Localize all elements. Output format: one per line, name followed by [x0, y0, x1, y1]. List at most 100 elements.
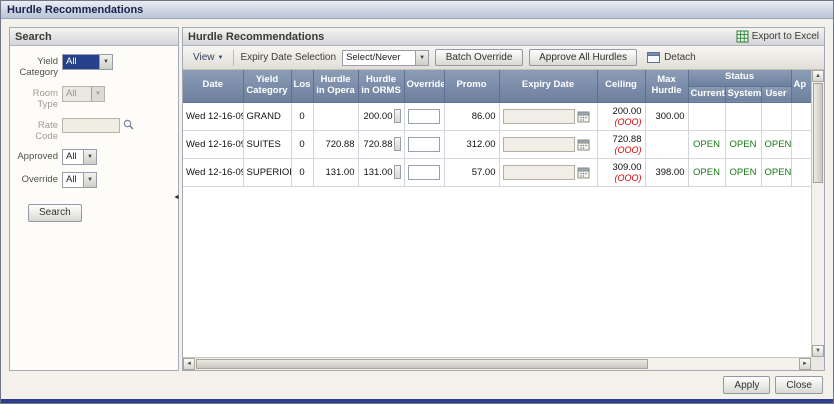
cell-expiry-date: [499, 102, 598, 131]
expiry-date-input[interactable]: [502, 108, 575, 124]
col-header-status-system[interactable]: System: [725, 86, 762, 103]
col-header-approve-partial[interactable]: Ap: [791, 70, 811, 103]
cell-date: Wed 12-16-09: [183, 102, 244, 131]
cell-hurdle-opera: [313, 102, 359, 131]
expiry-date-selection-label: Expiry Date Selection: [240, 52, 337, 63]
override-row: Override All ▼: [14, 172, 174, 189]
cell-override: [404, 158, 445, 187]
table-row[interactable]: Wed 12-16-09 SUPERIOR 0 131.00 131.00: [183, 158, 811, 187]
splitter-collapse-arrow[interactable]: ◄: [173, 194, 180, 201]
cell-override: [404, 130, 445, 159]
expiry-date-input[interactable]: [502, 136, 575, 152]
orms-detail-button[interactable]: [393, 165, 401, 179]
export-to-excel-label: Export to Excel: [751, 31, 819, 42]
search-button[interactable]: Search: [28, 203, 82, 222]
cell-approve: [791, 158, 811, 187]
col-header-yield-category[interactable]: Yield Category: [243, 70, 292, 103]
vertical-scroll-thumb[interactable]: [813, 83, 823, 183]
ceiling-ooo-note: (OOO): [614, 172, 642, 183]
col-header-status-group: Status: [688, 70, 792, 87]
date-picker-icon[interactable]: [577, 110, 590, 123]
override-input[interactable]: [408, 136, 440, 152]
yield-category-label: Yield Category: [19, 56, 58, 79]
col-header-date[interactable]: Date: [183, 70, 244, 103]
orms-detail-button[interactable]: [393, 109, 401, 123]
cell-ceiling: 720.88 (OOO): [597, 130, 646, 159]
scroll-right-arrow[interactable]: ►: [799, 358, 811, 370]
room-type-select: All ▼: [62, 85, 105, 102]
close-button[interactable]: Close: [775, 376, 823, 394]
scroll-down-arrow[interactable]: ▼: [812, 345, 824, 357]
chevron-down-icon[interactable]: ▼: [99, 55, 112, 69]
apply-button[interactable]: Apply: [723, 376, 771, 394]
hurdle-recommendations-window: Hurdle Recommendations Search Yield Cate…: [0, 0, 834, 404]
hurdle-orms-value: 200.00: [363, 110, 393, 122]
override-select[interactable]: All ▼: [62, 172, 97, 189]
col-header-status-current[interactable]: Current: [688, 86, 726, 103]
scroll-left-arrow[interactable]: ◄: [183, 358, 195, 370]
cell-promo: 312.00: [444, 130, 500, 159]
yield-category-select[interactable]: All ▼: [62, 54, 113, 70]
col-header-los[interactable]: Los: [291, 70, 314, 103]
hurdle-recommendations-panel: Hurdle Recommendations Export to Excel V…: [182, 27, 825, 371]
view-menu-label: View: [193, 52, 215, 63]
orms-detail-button[interactable]: [393, 137, 401, 151]
override-value: All: [66, 174, 77, 186]
cell-date: Wed 12-16-09: [183, 130, 244, 159]
col-header-hurdle-in-orms[interactable]: Hurdle in ORMS: [358, 70, 405, 103]
col-header-status-user[interactable]: User: [761, 86, 792, 103]
chevron-down-icon: ▼: [91, 86, 104, 101]
toolbar-separator: [233, 49, 235, 66]
chevron-down-icon[interactable]: ▼: [83, 150, 96, 165]
scroll-up-arrow[interactable]: ▲: [812, 70, 824, 82]
room-type-value: All: [66, 87, 77, 99]
col-header-override[interactable]: Override: [404, 70, 445, 103]
cell-status-system: OPEN: [725, 158, 762, 187]
date-picker-icon[interactable]: [577, 166, 590, 179]
col-header-max-hurdle[interactable]: Max Hurdle: [645, 70, 689, 103]
cell-max-hurdle: 398.00: [645, 158, 689, 187]
detach-button[interactable]: Detach: [643, 50, 700, 65]
expiry-date-selection-select[interactable]: Select/Never ▼: [342, 49, 430, 66]
cell-status-user: OPEN: [761, 158, 792, 187]
override-input[interactable]: [408, 108, 440, 124]
cell-status-current: OPEN: [688, 130, 726, 159]
approve-all-hurdles-button[interactable]: Approve All Hurdles: [529, 49, 638, 66]
table-row[interactable]: Wed 12-16-09 GRAND 0 200.00 86.00 200.00…: [183, 102, 811, 131]
col-header-expiry-date[interactable]: Expiry Date: [499, 70, 598, 103]
rate-code-input: [62, 117, 120, 133]
date-picker-icon[interactable]: [577, 138, 590, 151]
cell-ceiling: 309.00 (OOO): [597, 158, 646, 187]
col-header-hurdle-in-opera[interactable]: Hurdle in Opera: [313, 70, 359, 103]
vertical-scrollbar[interactable]: ▲ ▼: [811, 70, 824, 357]
horizontal-scrollbar[interactable]: ◄ ►: [183, 357, 811, 370]
export-to-excel-button[interactable]: Export to Excel: [736, 30, 819, 43]
room-type-label: Room Type: [32, 87, 58, 111]
cell-hurdle-opera: 131.00: [313, 158, 359, 187]
ceiling-value: 200.00: [612, 105, 642, 117]
batch-override-button[interactable]: Batch Override: [435, 49, 524, 66]
col-header-promo[interactable]: Promo: [444, 70, 500, 103]
table-viewport: Date Yield Category Los Hurdle in Opera …: [183, 70, 811, 357]
window-titlebar: Hurdle Recommendations: [1, 1, 833, 19]
cell-los: 0: [291, 102, 314, 131]
horizontal-scroll-thumb[interactable]: [196, 359, 649, 369]
chevron-down-icon[interactable]: ▼: [83, 173, 96, 188]
cell-status-user: [761, 102, 792, 131]
chevron-down-icon: ▼: [217, 54, 224, 61]
table-row[interactable]: Wed 12-16-09 SUITES 0 720.88 720.88 312.…: [183, 130, 811, 159]
view-menu-button[interactable]: View ▼: [189, 50, 227, 65]
search-panel: Search Yield Category All ▼ Room Type Al…: [9, 27, 179, 371]
yield-category-row: Yield Category All ▼: [14, 54, 174, 79]
table-area: Date Yield Category Los Hurdle in Opera …: [183, 70, 824, 370]
approved-select[interactable]: All ▼: [62, 149, 97, 166]
expiry-date-selection-value: Select/Never: [346, 51, 401, 63]
col-header-ceiling[interactable]: Ceiling: [597, 70, 646, 103]
expiry-date-input[interactable]: [502, 164, 575, 180]
override-input[interactable]: [408, 164, 440, 180]
rate-code-lookup-button[interactable]: [122, 118, 135, 131]
ceiling-ooo-note: (OOO): [614, 144, 642, 155]
chevron-down-icon[interactable]: ▼: [415, 50, 429, 65]
hurdle-panel-title: Hurdle Recommendations: [188, 30, 325, 43]
ceiling-value: 309.00: [612, 161, 642, 173]
